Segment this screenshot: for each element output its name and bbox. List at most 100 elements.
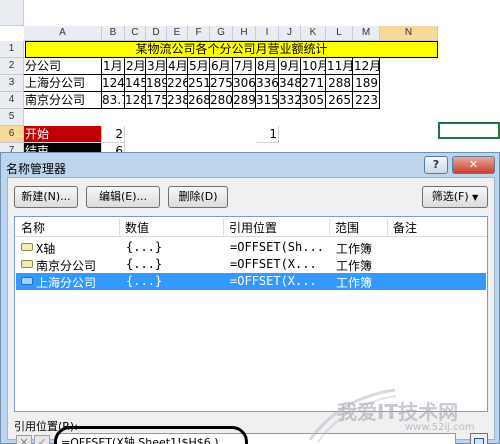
header_row-cell[interactable]: 9月 — [279, 58, 301, 75]
column-header-value[interactable]: 数值 — [125, 219, 149, 236]
column-header-f[interactable]: F — [188, 26, 210, 41]
row-header-4[interactable]: 4 — [0, 92, 24, 109]
cancel-edit-icon[interactable]: ✕ — [16, 435, 32, 444]
spreadsheet-grid: ABCDEFGHIJKLMN 1234567 某物流公司各个分公司月营业额统计 … — [0, 0, 500, 160]
shanghai-cell[interactable]: 226 — [167, 75, 188, 92]
list-item-selected[interactable]: 上海分公司 {...} =OFFSET(X... 工作簿 — [16, 273, 486, 290]
column-header-scope[interactable]: 范围 — [335, 219, 359, 236]
select-all-corner[interactable] — [0, 0, 24, 26]
refers-to-cell: =OFFSET(X... — [230, 257, 317, 271]
header_row-cell[interactable]: 5月 — [188, 58, 210, 75]
nanjing-cell[interactable]: 南京分公司 — [24, 92, 102, 109]
nanjing-cell[interactable]: 175 — [146, 92, 167, 109]
column-header-h[interactable]: H — [233, 26, 256, 41]
shanghai-cell[interactable]: 上海分公司 — [24, 75, 102, 92]
screenshot-root: { "sheet": { "columns": ["A","B","C","D"… — [0, 0, 500, 444]
nanjing-cell[interactable]: 268 — [188, 92, 210, 109]
dropdown-arrow-icon: ▼ — [472, 193, 479, 202]
row-header-2[interactable]: 2 — [0, 58, 24, 75]
value-cell: {...} — [126, 240, 163, 254]
shanghai-cell[interactable]: 251 — [188, 75, 210, 92]
name-tag-icon — [21, 243, 33, 251]
collapse-dialog-icon[interactable] — [470, 433, 488, 444]
shanghai-cell[interactable]: 271 — [301, 75, 326, 92]
filter-button-label: 筛选(F) — [431, 190, 469, 203]
header_row-cell[interactable]: 分公司 — [24, 58, 102, 75]
column-header-j[interactable]: J — [279, 26, 301, 41]
column-header-a[interactable]: A — [24, 26, 102, 41]
column-header-e[interactable]: E — [167, 26, 188, 41]
active-cell-n6[interactable] — [438, 122, 500, 139]
nanjing-cell[interactable]: 223 — [353, 92, 380, 109]
column-header-k[interactable]: K — [301, 26, 326, 41]
nanjing-cell[interactable]: 332 — [279, 92, 301, 109]
nanjing-cell[interactable]: 83.7 — [102, 92, 125, 109]
scope-cell: 工作簿 — [336, 242, 373, 256]
row-header-1[interactable]: 1 — [0, 41, 24, 58]
shanghai-cell[interactable]: 189 — [353, 75, 380, 92]
header_row-cell[interactable]: 3月 — [146, 58, 167, 75]
start-label-cell[interactable]: 开始 — [24, 126, 102, 143]
header_row-cell[interactable]: 8月 — [256, 58, 279, 75]
delete-button[interactable]: 删除(D) — [168, 186, 228, 208]
column-header-d[interactable]: D — [146, 26, 167, 41]
shanghai-cell[interactable]: 288 — [326, 75, 353, 92]
column-header-name[interactable]: 名称 — [21, 219, 45, 236]
value-cell: {...} — [126, 257, 163, 271]
confirm-edit-icon[interactable]: ✓ — [34, 435, 50, 444]
column-header-c[interactable]: C — [125, 26, 146, 41]
column-header-b[interactable]: B — [102, 26, 125, 41]
nanjing-cell[interactable]: 289 — [233, 92, 256, 109]
header_row-cell[interactable]: 6月 — [210, 58, 233, 75]
row-header-6[interactable]: 6 — [0, 126, 24, 143]
row-header-3[interactable]: 3 — [0, 75, 24, 92]
header_row-cell[interactable]: 11月 — [326, 58, 353, 75]
header_row-cell[interactable]: 1月 — [102, 58, 125, 75]
column-header-comment[interactable]: 备注 — [393, 219, 417, 236]
column-header-n[interactable]: N — [380, 26, 438, 41]
column-header-i[interactable]: I — [256, 26, 279, 41]
nanjing-cell[interactable]: 128 — [125, 92, 146, 109]
shanghai-cell[interactable]: 189 — [146, 75, 167, 92]
nanjing-cell[interactable]: 305 — [301, 92, 326, 109]
nanjing-cell[interactable]: 265 — [326, 92, 353, 109]
dialog-title: 名称管理器 — [6, 162, 67, 176]
shanghai-cell[interactable]: 124 — [102, 75, 125, 92]
shanghai-cell[interactable]: 275 — [210, 75, 233, 92]
name-cell: 南京分公司 — [36, 259, 97, 273]
help-button[interactable]: ? — [424, 156, 448, 174]
start-value-cell[interactable]: 2 — [102, 126, 125, 143]
header_row-cell[interactable]: 4月 — [167, 58, 188, 75]
close-button[interactable]: ✕ — [452, 156, 495, 174]
column-header-refers-to[interactable]: 引用位置 — [229, 219, 277, 236]
shanghai-cell[interactable]: 336 — [256, 75, 279, 92]
list-item[interactable]: 南京分公司 {...} =OFFSET(X... 工作簿 — [16, 256, 486, 273]
edit-button[interactable]: 编辑(E)... — [86, 186, 160, 208]
header_row-cell[interactable]: 10月 — [301, 58, 326, 75]
name-tag-icon — [21, 277, 33, 285]
header_row-cell[interactable]: 12月 — [353, 58, 380, 75]
nanjing-cell[interactable]: 280 — [210, 92, 233, 109]
shanghai-cell[interactable]: 348 — [279, 75, 301, 92]
list-item[interactable]: X轴 {...} =OFFSET(Sh... 工作簿 — [16, 239, 486, 256]
names-list[interactable]: 名称 数值 引用位置 范围 备注 X轴 {...} =OFFSET(Sh... … — [14, 216, 488, 412]
shanghai-cell[interactable]: 306 — [233, 75, 256, 92]
name-cell: 上海分公司 — [36, 276, 97, 290]
start-offset-cell[interactable]: 1 — [256, 126, 279, 143]
header_row-cell[interactable]: 2月 — [125, 58, 146, 75]
watermark-text: 我爱IT技术网 — [337, 400, 459, 424]
row-header-5[interactable]: 5 — [0, 109, 24, 126]
sheet-title[interactable]: 某物流公司各个分公司月营业额统计 — [25, 41, 438, 58]
name-tag-icon — [21, 260, 33, 268]
value-cell: {...} — [126, 274, 163, 288]
shanghai-cell[interactable]: 145 — [125, 75, 146, 92]
column-header-m[interactable]: M — [353, 26, 380, 41]
nanjing-cell[interactable]: 238 — [167, 92, 188, 109]
header_row-cell[interactable]: 7月 — [233, 58, 256, 75]
name-cell: X轴 — [36, 242, 56, 256]
filter-button[interactable]: 筛选(F) ▼ — [422, 186, 488, 208]
column-header-g[interactable]: G — [210, 26, 233, 41]
new-button[interactable]: 新建(N)... — [14, 186, 78, 208]
nanjing-cell[interactable]: 315 — [256, 92, 279, 109]
column-header-l[interactable]: L — [326, 26, 353, 41]
